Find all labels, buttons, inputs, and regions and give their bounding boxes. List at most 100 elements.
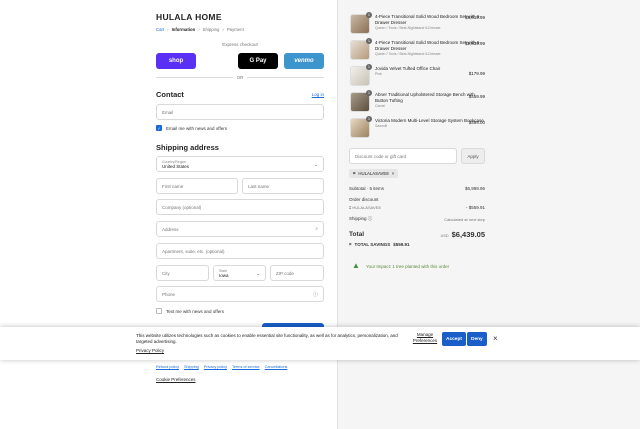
shipping-row: Shipping ⓘ Calculated at next step: [349, 216, 485, 222]
address-input[interactable]: Address ⌕: [156, 221, 324, 237]
zip-placeholder: ZIP code: [276, 270, 294, 276]
order-discount-label: Order discount: [349, 197, 379, 202]
cart-item-price: $179.99: [468, 71, 485, 76]
cancellations-link[interactable]: Cancellations: [265, 365, 288, 369]
cart-item-variant: Queen / Tools / Best-Nightstand 6-Dresse…: [375, 25, 441, 30]
cookie-banner: This website utilizes technologies such …: [0, 327, 640, 360]
divider-line: [156, 77, 233, 78]
total-label: Total: [349, 231, 365, 238]
breadcrumb-shipping: Shipping: [202, 27, 220, 32]
cookie-preferences-link[interactable]: Cookie Preferences: [156, 377, 324, 382]
chevron-down-icon: ⌄: [314, 162, 318, 167]
product-thumbnail: 1: [350, 116, 372, 138]
subtotal-value: $6,999.96: [464, 186, 485, 191]
accept-cookies-button[interactable]: Accept: [442, 332, 466, 346]
contact-header: Contact Log in: [156, 90, 324, 99]
quantity-badge: 1: [366, 64, 372, 70]
cart-item-price: $499.00: [468, 120, 485, 125]
email-news-checkbox-row[interactable]: ✓ Email me with news and offers: [156, 125, 227, 131]
savings-label: TOTAL SAVINGS: [354, 242, 391, 247]
last-name-input[interactable]: Last name: [242, 178, 324, 194]
total-savings-row: ⌗ TOTAL SAVINGS $559.91: [349, 242, 485, 247]
city-input[interactable]: City: [156, 265, 209, 281]
google-pay-button[interactable]: G Pay: [238, 53, 278, 69]
tag-icon: ⌗: [353, 171, 356, 176]
email-placeholder: Email: [162, 109, 174, 115]
quantity-badge: 1: [366, 12, 372, 18]
checkout-form-panel: HULALA HOME Cart › Information › Shippin…: [0, 0, 337, 429]
first-name-input[interactable]: First name: [156, 178, 238, 194]
product-thumbnail: 1: [350, 90, 372, 112]
venmo-button[interactable]: venmo: [284, 53, 324, 69]
phone-placeholder: Phone: [162, 291, 176, 297]
brand-logo[interactable]: HULALA HOME: [156, 12, 324, 22]
order-summary-panel: [337, 0, 640, 429]
remove-discount-icon[interactable]: ×: [392, 171, 395, 176]
shipping-value: Calculated at next step: [444, 216, 485, 222]
breadcrumb-information: Information: [171, 27, 196, 32]
city-placeholder: City: [162, 270, 170, 276]
cart-item-variant: Pink: [375, 71, 382, 76]
impact-text: Your Impact: 1 tree planted with this or…: [366, 263, 450, 269]
tree-icon: ▲: [352, 261, 360, 270]
terms-of-service-link[interactable]: Terms of service: [232, 365, 260, 369]
refund-policy-link[interactable]: Refund policy: [156, 365, 179, 369]
quantity-badge: 1: [366, 116, 372, 122]
quantity-badge: 1: [366, 38, 372, 44]
shipping-label-wrap: Shipping ⓘ: [349, 216, 372, 222]
cart-item: 1 Jovida Velvet Tufted Office Chair Pink: [350, 64, 485, 86]
cart-item-variant: Queen / Tools / Best-Nightstand 6-Dresse…: [375, 51, 441, 56]
breadcrumb-cart[interactable]: Cart: [156, 27, 164, 32]
or-label: OR: [236, 75, 244, 80]
subtotal-row: Subtotal · 5 items $6,999.96: [349, 186, 485, 191]
first-name-placeholder: First name: [162, 183, 184, 189]
discount-code-input[interactable]: Discount code or gift card: [349, 148, 457, 164]
apply-discount-button[interactable]: Apply: [461, 148, 485, 164]
total-amount: USD $6,439.05: [441, 230, 485, 239]
breadcrumb-payment: Payment: [226, 27, 244, 32]
product-thumbnail: 1: [350, 38, 372, 60]
text-news-checkbox[interactable]: [156, 308, 162, 314]
privacy-policy-link[interactable]: Privacy policy: [204, 365, 227, 369]
manage-preferences-link[interactable]: Manage Preferences: [411, 332, 439, 343]
help-icon[interactable]: ⓘ: [313, 291, 318, 298]
discount-code-row: ⌗ HULALASAVE8 - $559.91: [349, 205, 485, 210]
zip-input[interactable]: ZIP code: [270, 265, 324, 281]
text-news-checkbox-row[interactable]: Text me with news and offers: [156, 308, 224, 314]
apartment-placeholder: Apartment, suite, etc. (optional): [162, 248, 225, 254]
chevron-down-icon: ⌄: [256, 271, 260, 276]
phone-input[interactable]: Phone ⓘ: [156, 286, 324, 302]
shop-pay-button[interactable]: shop: [156, 53, 196, 69]
email-news-label: Email me with news and offers: [166, 125, 227, 131]
breadcrumb-separator: ›: [222, 27, 224, 32]
breadcrumb-separator: ›: [167, 27, 169, 32]
privacy-policy-link[interactable]: Privacy Policy: [136, 348, 164, 353]
shipping-link[interactable]: Shipping: [184, 365, 199, 369]
login-link[interactable]: Log in: [312, 92, 324, 97]
applied-discount-code: ⌗ HULALASAVE8: [349, 205, 381, 210]
cart-item-details: Jovida Velvet Tufted Office Chair Pink: [375, 66, 440, 86]
cart-item-title: Jovida Velvet Tufted Office Chair: [375, 66, 441, 71]
email-input[interactable]: Email: [156, 104, 324, 120]
apartment-input[interactable]: Apartment, suite, etc. (optional): [156, 243, 324, 259]
close-icon[interactable]: ×: [493, 334, 498, 343]
state-select[interactable]: State Iowa ⌄: [213, 265, 266, 281]
company-input[interactable]: Company (optional): [156, 199, 324, 215]
cart-item-price: $3,019.99: [464, 15, 485, 20]
express-pay-buttons: shop G Pay venmo: [156, 53, 324, 69]
search-icon: ⌕: [315, 226, 318, 232]
deny-cookies-button[interactable]: Deny: [467, 332, 487, 346]
express-checkout-label: Express checkout: [222, 42, 258, 47]
cart-item-price: $2,839.99: [464, 41, 485, 46]
product-thumbnail: 1: [350, 64, 372, 86]
or-divider: OR: [156, 75, 324, 80]
discount-placeholder: Discount code or gift card: [355, 153, 407, 159]
country-select[interactable]: Country/Region United States ⌄: [156, 156, 324, 172]
state-value: Iowa: [219, 272, 229, 278]
cart-item-price: $459.99: [468, 94, 485, 99]
help-icon[interactable]: ⓘ: [368, 216, 373, 221]
country-value: United States: [162, 163, 190, 169]
email-news-checkbox[interactable]: ✓: [156, 125, 162, 131]
order-discount-row: Order discount: [349, 197, 485, 202]
discount-tag-label: HULALASAVE8: [358, 171, 389, 176]
